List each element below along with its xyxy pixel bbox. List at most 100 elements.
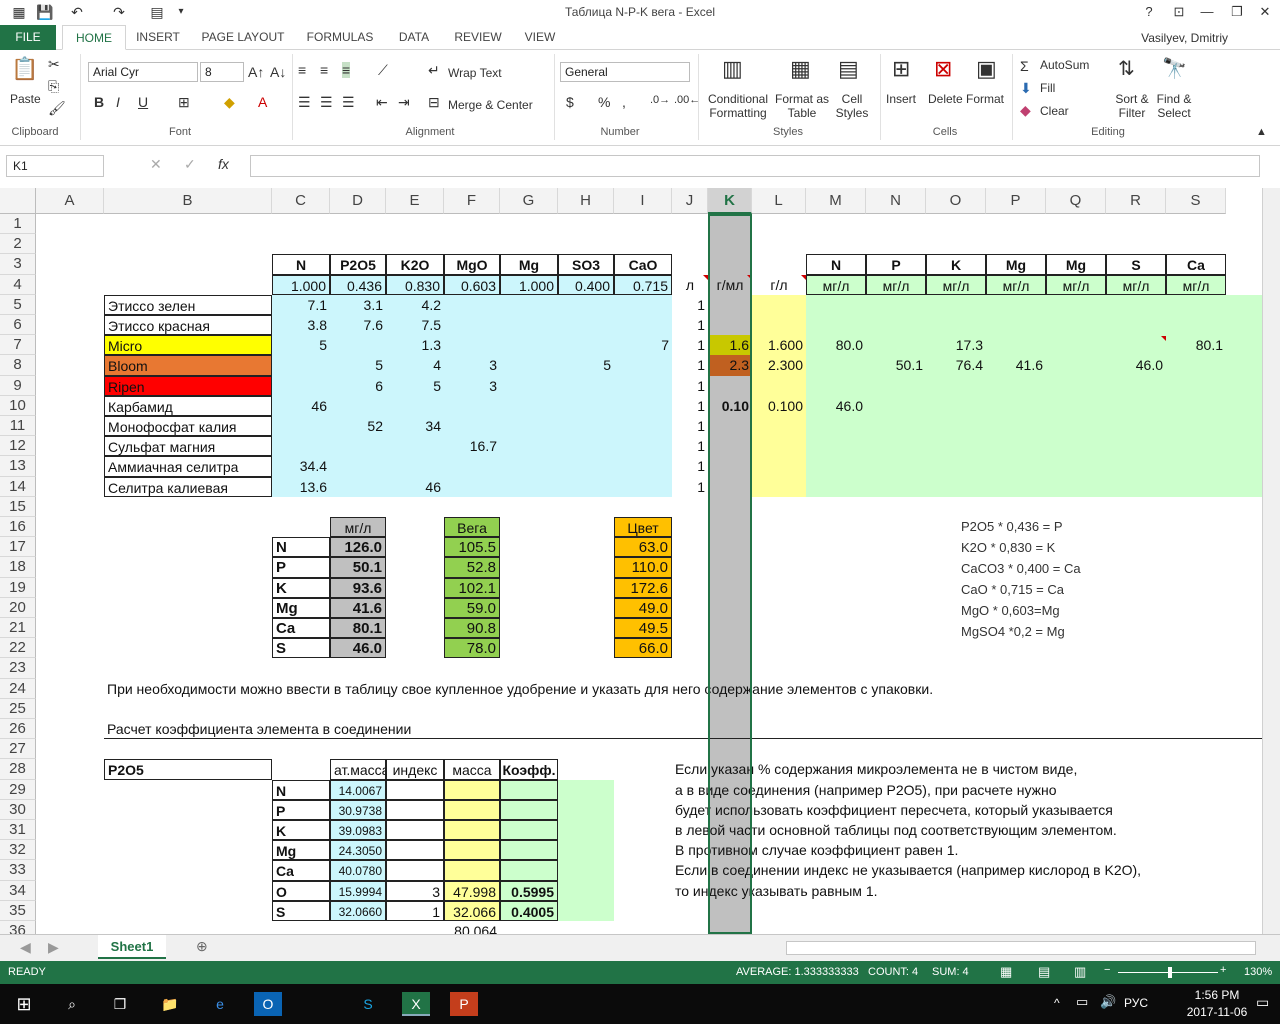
calc-atomic[interactable]: 32.0660 [330, 900, 386, 921]
calc-element[interactable]: P [272, 799, 330, 820]
column-header-I[interactable]: I [614, 188, 672, 214]
calc-mass[interactable]: 32.066 [444, 900, 500, 921]
value-J10[interactable]: 1 [672, 396, 708, 416]
excel-taskbar-icon[interactable]: X [402, 992, 430, 1016]
help-icon[interactable]: ? [1134, 0, 1164, 24]
summary-cvet[interactable]: 66.0 [614, 638, 672, 659]
align-bottom-icon[interactable]: ≡ [342, 62, 351, 78]
value-J9[interactable]: 1 [672, 376, 708, 396]
value-D9[interactable]: 6 [330, 376, 386, 396]
underline-icon[interactable]: U [138, 94, 148, 110]
value-N8[interactable]: 50.1 [866, 355, 926, 375]
value-C5[interactable]: 7.1 [272, 295, 330, 315]
summary-element[interactable]: S [272, 638, 330, 659]
powerpoint-icon[interactable]: P [450, 992, 478, 1016]
calc-index[interactable] [386, 860, 444, 881]
fertilizer-name[interactable]: Ripen [104, 375, 272, 396]
value-M7[interactable]: 80.0 [806, 335, 866, 355]
font-color-icon[interactable]: A [258, 94, 267, 110]
enter-icon[interactable]: ✓ [184, 156, 196, 173]
tab-insert[interactable]: INSERT [130, 25, 186, 50]
calc-atomic[interactable]: 24.3050 [330, 840, 386, 861]
row-header-34[interactable]: 34 [0, 880, 36, 901]
row-header-3[interactable]: 3 [0, 254, 36, 275]
row-header-6[interactable]: 6 [0, 315, 36, 336]
calc-element[interactable]: K [272, 820, 330, 841]
value-D5[interactable]: 3.1 [330, 295, 386, 315]
header-F[interactable]: MgO [444, 254, 500, 275]
right-unit-R[interactable]: мг/л [1106, 274, 1166, 295]
calc-coef[interactable]: 0.4005 [500, 900, 558, 921]
fertilizer-name[interactable]: Селитра калиевая [104, 476, 272, 497]
horizontal-scrollbar[interactable] [786, 941, 1256, 955]
increase-decimal-icon[interactable]: .0→ [650, 94, 670, 106]
cancel-icon[interactable]: ✕ [150, 156, 162, 173]
summary-cvet[interactable]: 172.6 [614, 577, 672, 598]
column-header-M[interactable]: M [806, 188, 866, 214]
value-J12[interactable]: 1 [672, 436, 708, 456]
row-header-23[interactable]: 23 [0, 658, 36, 679]
calc-total-mass[interactable]: 80.064 [444, 921, 500, 934]
row-header-31[interactable]: 31 [0, 820, 36, 841]
shrink-font-icon[interactable]: A↓ [270, 64, 286, 80]
column-header-K[interactable]: K [708, 188, 752, 214]
italic-icon[interactable]: I [116, 94, 120, 110]
row-header-19[interactable]: 19 [0, 577, 36, 598]
calc-index[interactable]: 3 [386, 880, 444, 901]
column-header-S[interactable]: S [1166, 188, 1226, 214]
column-header-H[interactable]: H [558, 188, 614, 214]
summary-vega[interactable]: 102.1 [444, 577, 500, 598]
right-unit-P[interactable]: мг/л [986, 274, 1046, 295]
comma-icon[interactable]: , [622, 94, 626, 110]
restore-icon[interactable]: ❐ [1222, 0, 1252, 24]
row-header-2[interactable]: 2 [0, 234, 36, 255]
coef-F[interactable]: 0.603 [444, 274, 500, 295]
page-layout-view-icon[interactable]: ▤ [1038, 964, 1050, 980]
row-header-14[interactable]: 14 [0, 476, 36, 497]
row-header-24[interactable]: 24 [0, 678, 36, 699]
right-header-O[interactable]: K [926, 254, 986, 275]
fill-button[interactable]: Fill [1040, 81, 1055, 95]
format-painter-icon[interactable]: 🖌 [48, 100, 66, 117]
action-center-icon[interactable]: ▭ [1256, 994, 1269, 1011]
value-C10[interactable]: 46 [272, 396, 330, 416]
summary-mgl[interactable]: 80.1 [330, 618, 386, 639]
header-D[interactable]: P2O5 [330, 254, 386, 275]
row-header-15[interactable]: 15 [0, 496, 36, 517]
coef-I[interactable]: 0.715 [614, 274, 672, 295]
value-J11[interactable]: 1 [672, 416, 708, 436]
coef-D[interactable]: 0.436 [330, 274, 386, 295]
header-H[interactable]: SO3 [558, 254, 614, 275]
row-header-33[interactable]: 33 [0, 860, 36, 881]
calc-mass[interactable] [444, 820, 500, 841]
summary-vega[interactable]: 78.0 [444, 638, 500, 659]
calc-mass[interactable] [444, 840, 500, 861]
summary-mgl[interactable]: 93.6 [330, 577, 386, 598]
right-header-P[interactable]: Mg [986, 254, 1046, 275]
zoom-out-icon[interactable]: − [1104, 964, 1110, 976]
value-J14[interactable]: 1 [672, 477, 708, 497]
calc-index[interactable] [386, 779, 444, 800]
format-cells-icon[interactable]: ▣ [976, 56, 997, 82]
value-P8[interactable]: 41.6 [986, 355, 1046, 375]
network-icon[interactable]: ▭ [1076, 994, 1088, 1010]
formula-input[interactable] [250, 155, 1260, 177]
right-header-N[interactable]: P [866, 254, 926, 275]
currency-icon[interactable]: $ [566, 94, 574, 110]
show-hidden-icons-icon[interactable]: ^ [1054, 996, 1060, 1010]
wrap-text-button[interactable]: Wrap Text [448, 66, 502, 80]
right-header-Q[interactable]: Mg [1046, 254, 1106, 275]
value-J7[interactable]: 1 [672, 335, 708, 355]
worksheet-grid[interactable]: A B C D E F G H I J K L M N O P Q R S 1 2 3 4 5 6 7 8 9 10 11 12 13 14 15… [0, 188, 1262, 934]
user-name[interactable]: Vasilyev, Dmitriy [1141, 31, 1228, 45]
fertilizer-name[interactable]: Сульфат магния [104, 436, 272, 457]
row-header-30[interactable]: 30 [0, 799, 36, 820]
row-header-7[interactable]: 7 [0, 335, 36, 356]
value-M10[interactable]: 46.0 [806, 396, 866, 416]
right-unit-O[interactable]: мг/л [926, 274, 986, 295]
clear-icon[interactable]: ◆ [1020, 102, 1031, 119]
normal-view-icon[interactable]: ▦ [1000, 964, 1012, 980]
wrap-text-icon[interactable]: ↵ [428, 62, 440, 79]
fertilizer-name[interactable]: Карбамид [104, 395, 272, 416]
calc-element[interactable]: N [272, 779, 330, 800]
